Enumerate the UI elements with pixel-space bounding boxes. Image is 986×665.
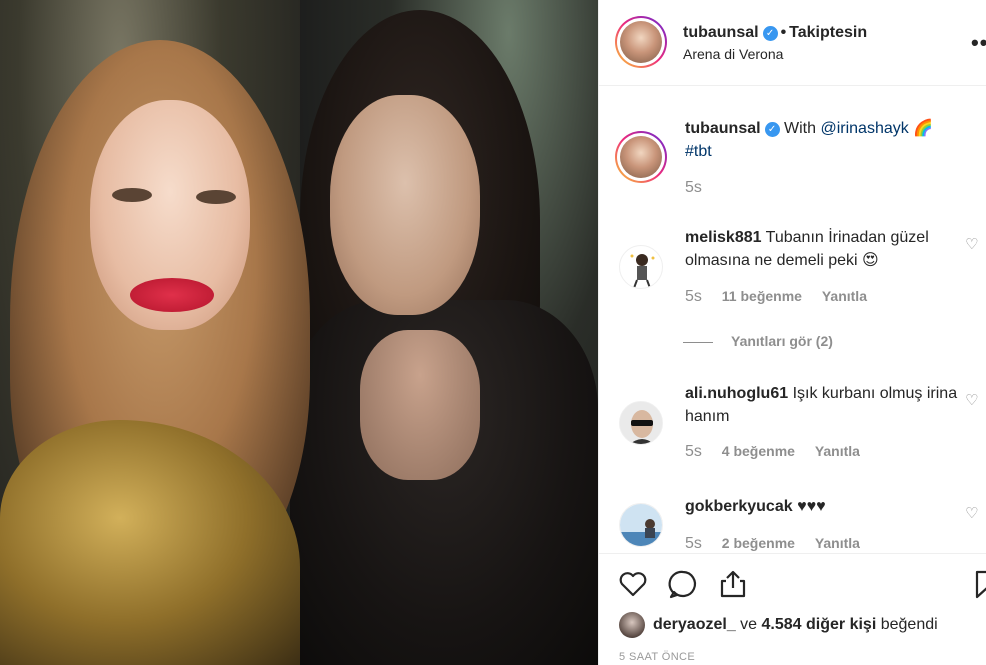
comment-avatar[interactable]: [619, 401, 663, 445]
caption-author-avatar[interactable]: [615, 131, 667, 183]
caption-mention[interactable]: @irinashayk: [820, 120, 908, 137]
comment-avatar[interactable]: [619, 245, 663, 289]
comment-bubble-icon[interactable]: [667, 568, 699, 600]
caption-meta: 5s: [685, 179, 718, 197]
comment-avatar[interactable]: [619, 503, 663, 547]
post-actions: deryaozel_ ve 4.584 diğer kişi beğendi: [599, 553, 986, 665]
comment: ali.nuhoglu61 Işık kurbanı olmuş irina h…: [685, 382, 965, 428]
reply-button[interactable]: Yanıtla: [815, 535, 860, 551]
photo-eye: [196, 190, 236, 204]
author-line: tubaunsal ✓ • Takiptesin: [683, 24, 867, 42]
comment-like-heart-icon[interactable]: ♡: [965, 504, 978, 522]
post-photo[interactable]: [0, 0, 598, 665]
separator-dot: •: [780, 24, 787, 41]
comments-section[interactable]: tubaunsal ✓ With @irinashayk 🌈 #tbt 5s me…: [599, 87, 986, 552]
follow-status[interactable]: Takiptesin: [789, 24, 867, 41]
likes-connector: ve: [740, 616, 758, 634]
comment-time[interactable]: 5s: [685, 535, 702, 552]
view-replies-button[interactable]: Yanıtları gör (2): [683, 333, 833, 349]
comment-meta: 5s 4 beğenme Yanıtla: [685, 443, 876, 461]
reply-button[interactable]: Yanıtla: [815, 443, 860, 459]
photo-neck-right: [360, 330, 480, 480]
liker-username[interactable]: deryaozel_: [653, 616, 736, 633]
photo-eye: [112, 188, 152, 202]
post-timestamp[interactable]: 5 SAAT ÖNCE: [619, 651, 695, 663]
share-icon[interactable]: [717, 568, 749, 600]
view-replies-label[interactable]: Yanıtları gör (2): [731, 333, 833, 349]
comment-meta: 5s 2 beğenme Yanıtla: [685, 535, 876, 552]
rainbow-emoji-icon: 🌈: [913, 120, 934, 137]
caption-text: With: [784, 120, 817, 137]
replies-divider: [683, 341, 713, 343]
more-options-icon[interactable]: •••: [971, 30, 986, 56]
post-sidebar: tubaunsal✓•Takiptesin Arena di Verona ••…: [598, 0, 986, 665]
photo-lips: [130, 278, 214, 312]
likes-count[interactable]: 4.584 diğer kişi: [762, 616, 877, 633]
comment-like-heart-icon[interactable]: ♡: [965, 235, 978, 253]
caption-username[interactable]: tubaunsal: [685, 120, 761, 137]
save-bookmark-icon[interactable]: [971, 568, 986, 600]
comment-likes[interactable]: 2 beğenme: [722, 535, 795, 551]
caption: tubaunsal ✓ With @irinashayk 🌈 #tbt: [685, 117, 965, 163]
likes-suffix: beğendi: [880, 616, 938, 634]
caption-time[interactable]: 5s: [685, 179, 702, 196]
comment-username[interactable]: gokberkyucak: [685, 498, 793, 515]
caption-hashtag[interactable]: #tbt: [685, 143, 712, 160]
comment: gokberkyucak ♥♥♥: [685, 495, 965, 518]
comment-likes[interactable]: 4 beğenme: [722, 443, 795, 459]
liker-avatar[interactable]: [619, 612, 645, 638]
verified-badge-icon: ✓: [764, 122, 780, 137]
comment: melisk881 Tubanın İrinadan güzel olmasın…: [685, 226, 965, 272]
comment-like-heart-icon[interactable]: ♡: [965, 391, 978, 409]
comment-meta: 5s 11 beğenme Yanıtla: [685, 288, 883, 306]
comment-text: ♥♥♥: [797, 498, 826, 515]
likes-summary: deryaozel_ ve 4.584 diğer kişi beğendi: [619, 612, 938, 638]
reply-button[interactable]: Yanıtla: [822, 288, 867, 304]
post-header: tubaunsal✓•Takiptesin Arena di Verona ••…: [599, 0, 986, 86]
like-heart-icon[interactable]: [617, 568, 649, 600]
author-username[interactable]: tubaunsal: [683, 24, 759, 41]
photo-face-right: [330, 95, 480, 315]
comment-username[interactable]: melisk881: [685, 229, 762, 246]
verified-badge-icon: ✓: [762, 26, 778, 41]
post-location[interactable]: Arena di Verona: [683, 46, 783, 62]
comment-time[interactable]: 5s: [685, 443, 702, 460]
comment-username[interactable]: ali.nuhoglu61: [685, 385, 788, 402]
comment-likes[interactable]: 11 beğenme: [722, 288, 802, 304]
comment-time[interactable]: 5s: [685, 288, 702, 305]
author-avatar[interactable]: [615, 16, 667, 68]
